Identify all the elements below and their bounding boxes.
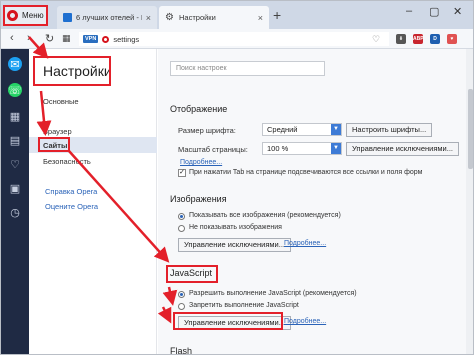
annotation-arrows	[28, 36, 178, 324]
arrow-to-exceptions-button	[157, 306, 172, 324]
browser-window: Меню 6 лучших отелей - Мерс × ⚙ Настройк…	[0, 0, 474, 355]
arrow-menu-to-settings	[28, 36, 49, 59]
arrow-settings-to-sites	[36, 90, 52, 136]
arrow-sites-to-javascript	[68, 150, 170, 263]
arrow-to-allow-option	[162, 286, 178, 306]
